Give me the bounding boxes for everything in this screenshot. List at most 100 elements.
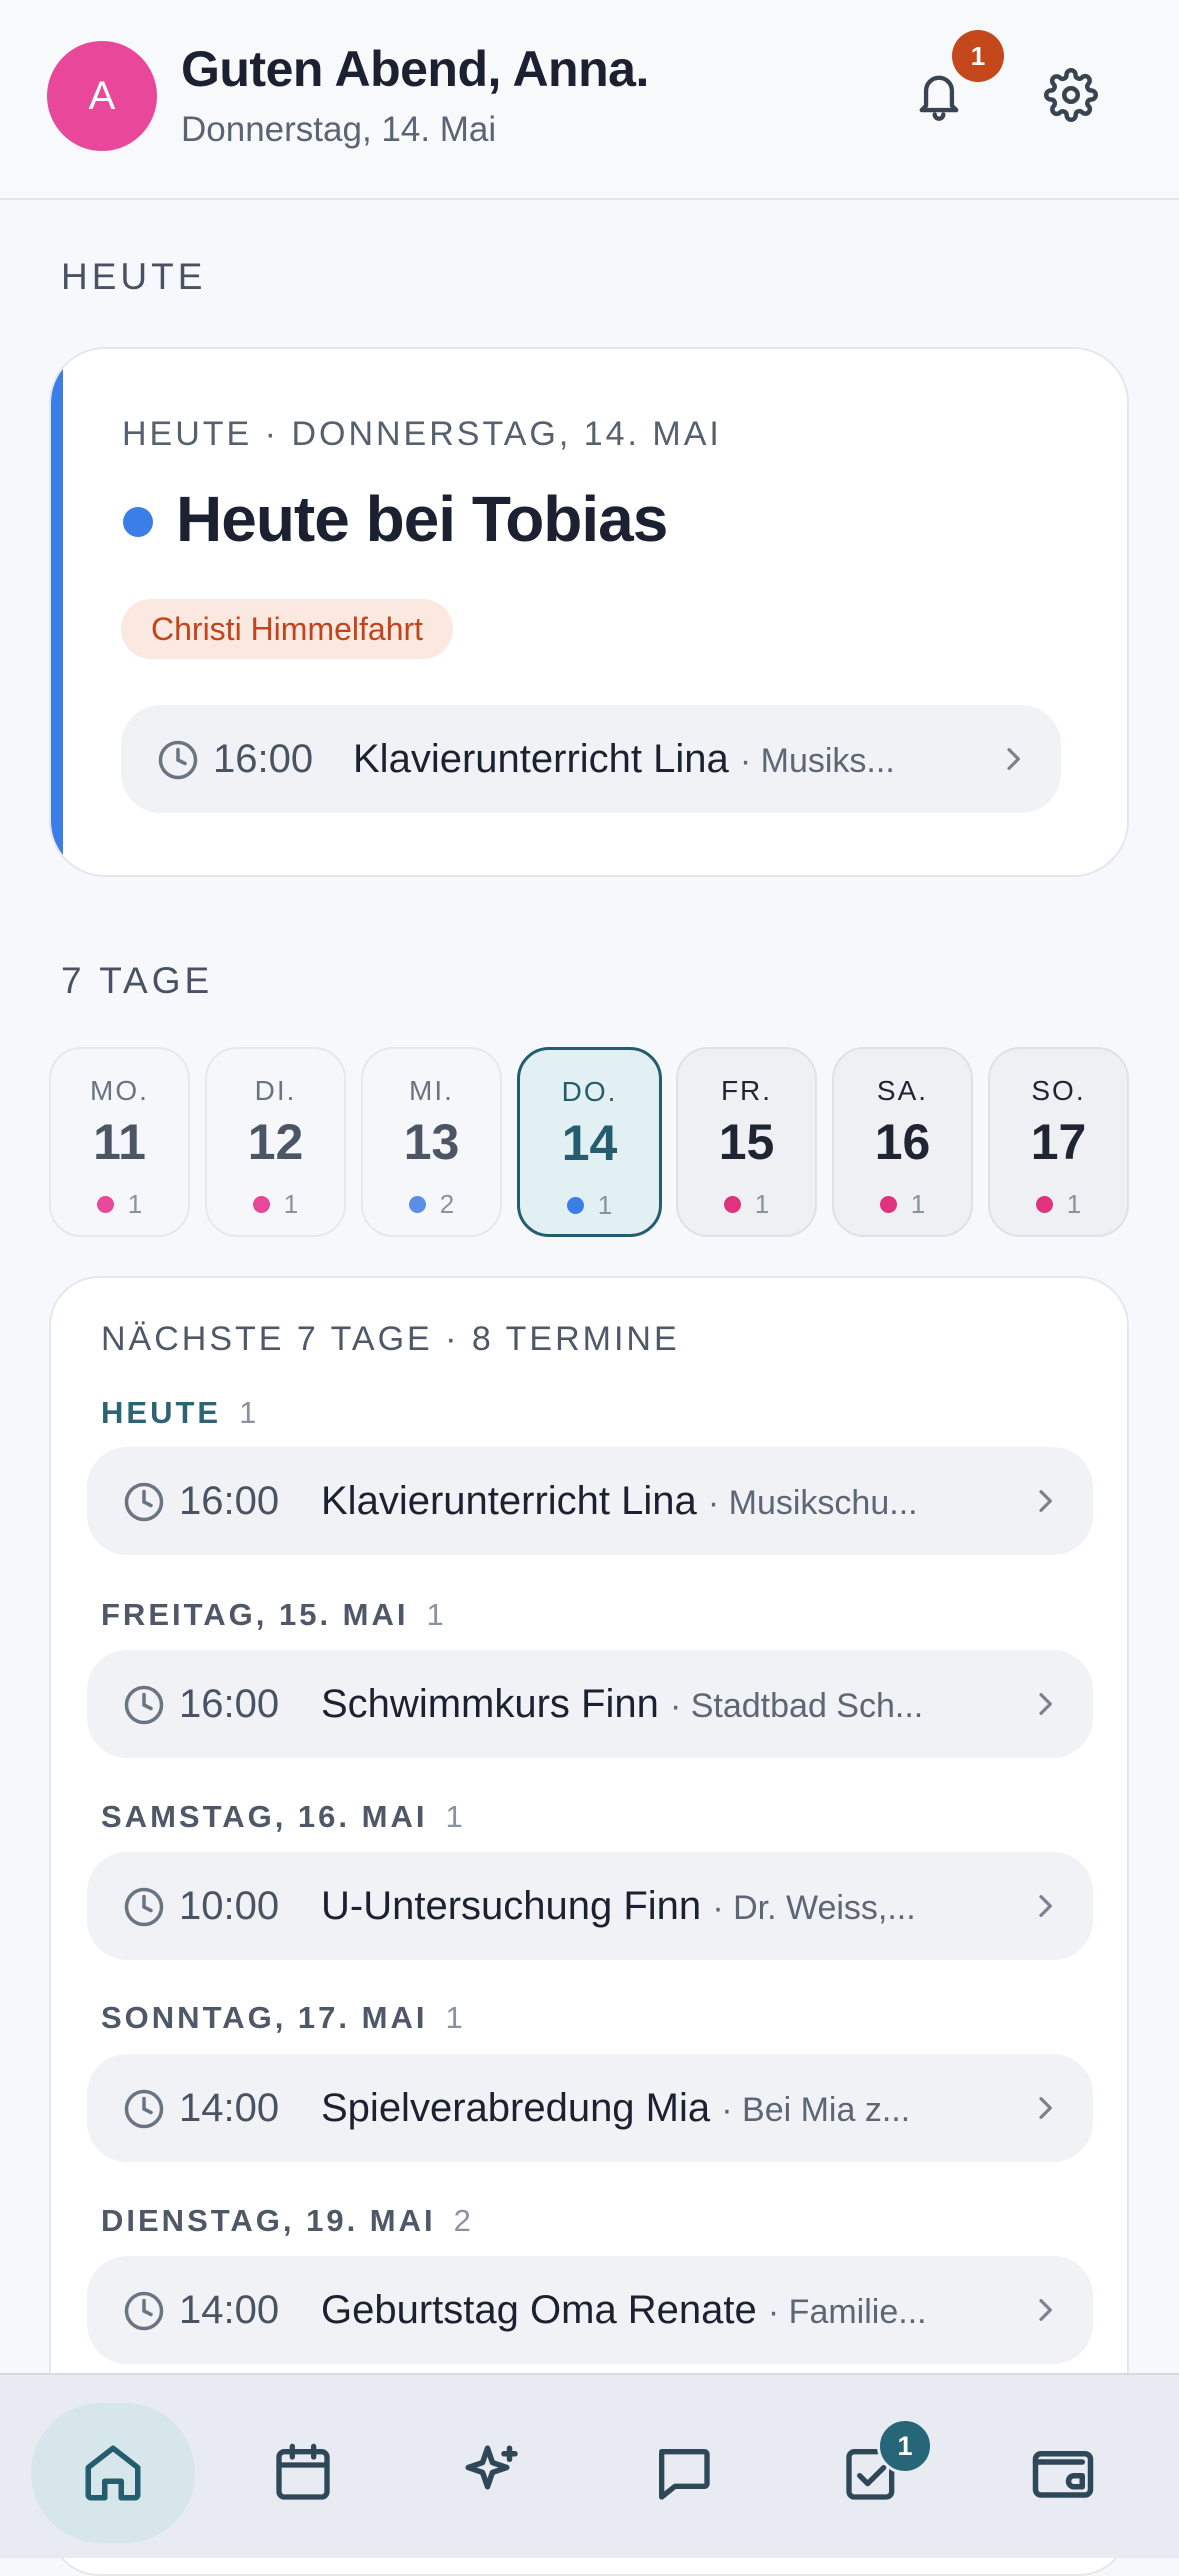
event-title-text: U-Untersuchung Finn	[321, 1883, 702, 1928]
group-count: 2	[453, 2203, 471, 2238]
day-number: 15	[718, 1114, 775, 1170]
card-accent-bar	[51, 349, 63, 875]
day-number: 16	[874, 1114, 931, 1170]
event-location: · Stadtbad Sch...	[669, 1686, 924, 1725]
notification-badge: 1	[952, 30, 1004, 82]
event-dot	[879, 1196, 897, 1213]
event-title-text: Spielverabredung Mia	[321, 2085, 711, 2130]
day-count: 2	[439, 1189, 455, 1219]
day-name: MI.	[409, 1075, 454, 1106]
gear-icon	[1044, 68, 1098, 122]
day-chip-so[interactable]: SO. 17 1	[988, 1047, 1129, 1237]
event-title: Geburtstag Oma Renate · Familie...	[321, 2288, 927, 2333]
event-time: 16:00	[179, 1681, 280, 1726]
event-time: 14:00	[179, 2287, 280, 2332]
group-count: 1	[239, 1395, 257, 1430]
nav-tasks[interactable]: 1	[793, 2403, 953, 2543]
group-label-text: DIENSTAG, 19. MAI	[101, 2203, 436, 2238]
event-title: Spielverabredung Mia · Bei Mia z...	[321, 2086, 910, 2131]
event-time: 14:00	[179, 2085, 280, 2130]
chevron-right-icon	[1039, 1693, 1052, 1715]
group-label: FREITAG, 15. MAI 1	[101, 1597, 444, 1633]
day-name: FR.	[720, 1075, 773, 1106]
holiday-tag: Christi Himmelfahrt	[121, 599, 454, 659]
event-dot	[566, 1197, 584, 1214]
group-count: 1	[445, 2000, 463, 2035]
nav-assistant[interactable]	[413, 2403, 573, 2543]
day-number: 12	[247, 1114, 304, 1170]
day-event-count: 1	[990, 1189, 1127, 1220]
settings-button[interactable]	[1038, 62, 1104, 128]
chevron-right-icon	[1007, 748, 1020, 770]
nav-home[interactable]	[31, 2403, 195, 2543]
event-time: 16:00	[213, 736, 314, 781]
day-number: 17	[1030, 1114, 1087, 1170]
day-name: SA.	[876, 1075, 929, 1106]
group-label-text: SAMSTAG, 16. MAI	[101, 1799, 428, 1834]
group-label: SAMSTAG, 16. MAI 1	[101, 1799, 463, 1835]
day-number: 13	[403, 1114, 460, 1170]
event-dot	[408, 1196, 426, 1213]
event-location: · Musikschu...	[707, 1483, 918, 1522]
clock-icon	[124, 1887, 164, 1927]
day-chip-mo[interactable]: MO. 11 1	[49, 1047, 190, 1237]
event-title: Klavierunterricht Lina · Musiks...	[353, 737, 895, 782]
event-row[interactable]: 14:00 Spielverabredung Mia · Bei Mia z..…	[87, 2054, 1093, 2162]
event-title: Klavierunterricht Lina · Musikschu...	[321, 1479, 918, 1524]
event-row[interactable]: 16:00 Schwimmkurs Finn · Stadtbad Sch...	[87, 1650, 1093, 1758]
event-title-text: Klavierunterricht Lina	[321, 1478, 697, 1523]
event-time: 16:00	[179, 1478, 280, 1523]
event-row[interactable]: 16:00 Klavierunterricht Lina · Musikschu…	[87, 1447, 1093, 1555]
clock-icon	[124, 1482, 164, 1522]
chevron-right-icon	[1039, 1490, 1052, 1512]
day-event-count: 2	[363, 1189, 500, 1220]
event-title-text: Klavierunterricht Lina	[353, 736, 729, 781]
nav-calendar[interactable]	[223, 2403, 383, 2543]
calendar-icon	[276, 2443, 330, 2500]
today-card[interactable]: HEUTE · DONNERSTAG, 14. MAI Heute bei To…	[49, 347, 1129, 877]
chevron-right-icon	[1039, 2097, 1052, 2119]
day-event-count: 1	[520, 1190, 659, 1221]
event-title: U-Untersuchung Finn · Dr. Weiss,...	[321, 1884, 916, 1929]
day-chip-sa[interactable]: SA. 16 1	[832, 1047, 973, 1237]
event-location: · Dr. Weiss,...	[712, 1888, 916, 1927]
group-label: DIENSTAG, 19. MAI 2	[101, 2203, 471, 2239]
upcoming-kicker: NÄCHSTE 7 TAGE · 8 TERMINE	[101, 1320, 680, 1358]
clock-icon	[124, 2291, 164, 2331]
avatar[interactable]: A	[47, 41, 157, 151]
day-count: 1	[754, 1189, 770, 1219]
group-label-text: FREITAG, 15. MAI	[101, 1597, 409, 1632]
clock-icon	[124, 2089, 164, 2129]
day-chip-do[interactable]: DO. 14 1	[517, 1047, 662, 1237]
day-chip-mi[interactable]: MI. 13 2	[361, 1047, 502, 1237]
wallet-icon	[1032, 2451, 1094, 2498]
nav-wallet[interactable]	[983, 2403, 1143, 2543]
clock-icon	[158, 740, 198, 780]
day-count: 1	[910, 1189, 926, 1219]
day-event-count: 1	[51, 1189, 188, 1220]
group-count: 1	[445, 1799, 463, 1834]
day-name: DO.	[561, 1076, 618, 1107]
event-row[interactable]: 14:00 Geburtstag Oma Renate · Familie...	[87, 2256, 1093, 2364]
nav-messages[interactable]	[603, 2403, 763, 2543]
today-event-row[interactable]: 16:00 Klavierunterricht Lina · Musiks...	[121, 705, 1061, 813]
section-label-today: HEUTE	[61, 256, 207, 297]
clock-icon	[124, 1685, 164, 1725]
chevron-right-icon	[1039, 1895, 1052, 1917]
group-label: SONNTAG, 17. MAI 1	[101, 2000, 463, 2036]
group-label: HEUTE 1	[101, 1395, 256, 1431]
group-label-text: HEUTE	[101, 1395, 222, 1430]
event-row[interactable]: 10:00 U-Untersuchung Finn · Dr. Weiss,..…	[87, 1852, 1093, 1960]
app-header: A Guten Abend, Anna. Donnerstag, 14. Mai…	[0, 0, 1179, 200]
home-icon	[85, 2445, 141, 2501]
day-event-count: 1	[207, 1189, 344, 1220]
day-name: MO.	[90, 1075, 149, 1106]
day-chip-di[interactable]: DI. 12 1	[205, 1047, 346, 1237]
day-chip-fr[interactable]: FR. 15 1	[676, 1047, 817, 1237]
day-count: 1	[283, 1189, 299, 1219]
event-title-text: Schwimmkurs Finn	[321, 1681, 659, 1726]
day-name: SO.	[1031, 1075, 1086, 1106]
greeting-title: Guten Abend, Anna.	[181, 41, 649, 97]
bottom-nav: 1	[0, 2373, 1179, 2558]
day-number: 14	[561, 1115, 618, 1171]
